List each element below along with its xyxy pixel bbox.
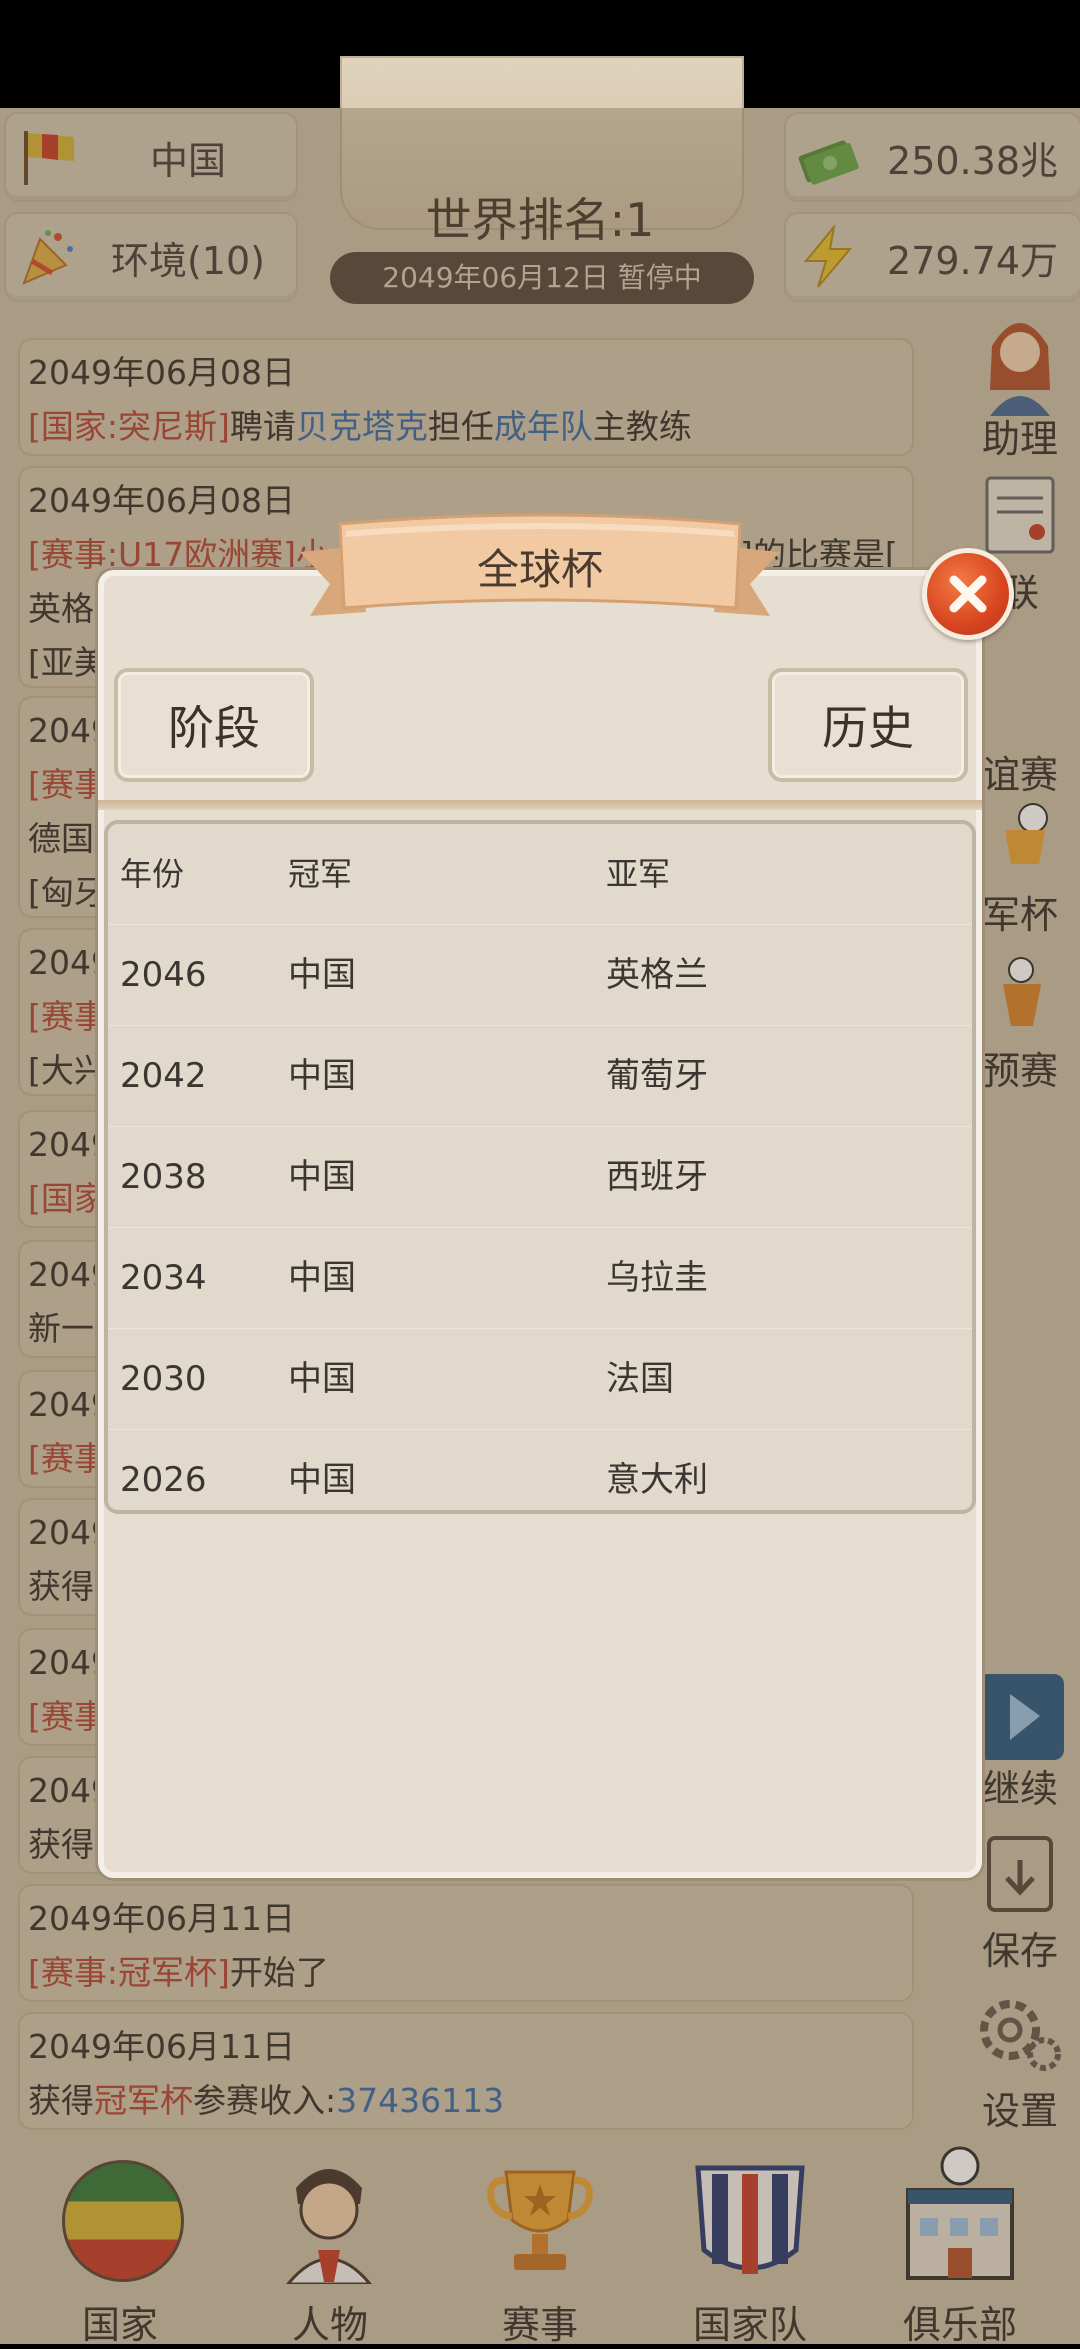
tab-stage[interactable]: 阶段 [114,668,314,782]
table-row[interactable]: 2034 中国 乌拉圭 [108,1228,972,1329]
cell-champion: 中国 [288,1460,356,1500]
table-row[interactable]: 2038 中国 西班牙 [108,1127,972,1228]
close-button[interactable] [922,548,1014,640]
header-runner-up: 亚军 [606,855,671,893]
dialog-title: 全球杯 [476,545,603,594]
cell-runner-up: 西班牙 [606,1157,708,1197]
cell-year: 2046 [120,955,207,995]
cell-champion: 中国 [288,1258,356,1298]
cell-year: 2038 [120,1157,207,1197]
dialog-divider [98,800,982,810]
cell-runner-up: 乌拉圭 [606,1258,708,1298]
cell-runner-up: 英格兰 [606,955,708,995]
cell-runner-up: 法国 [606,1359,674,1399]
header-champion: 冠军 [288,855,353,893]
table-row[interactable]: 2026 中国 意大利 [108,1430,972,1510]
cell-champion: 中国 [288,1157,356,1197]
cell-year: 2042 [120,1056,207,1096]
cell-champion: 中国 [288,1056,356,1096]
table-row[interactable]: 2030 中国 法国 [108,1329,972,1430]
cell-year: 2034 [120,1258,207,1298]
table-row[interactable]: 2042 中国 葡萄牙 [108,1026,972,1127]
dialog-title-ribbon: 全球杯 [290,512,790,642]
cell-runner-up: 意大利 [606,1460,708,1500]
table-header: 年份 冠军 亚军 [108,824,972,925]
header-year: 年份 [120,855,185,893]
close-icon [949,575,987,613]
tab-history[interactable]: 历史 [768,668,968,782]
history-table: 年份 冠军 亚军 2046 中国 英格兰 2042 中国 葡萄牙 2038 中国… [104,820,976,1514]
cell-year: 2030 [120,1359,207,1399]
cell-champion: 中国 [288,955,356,995]
cell-champion: 中国 [288,1359,356,1399]
cell-year: 2026 [120,1460,207,1500]
cell-runner-up: 葡萄牙 [606,1056,708,1096]
table-row[interactable]: 2046 中国 英格兰 [108,925,972,1026]
